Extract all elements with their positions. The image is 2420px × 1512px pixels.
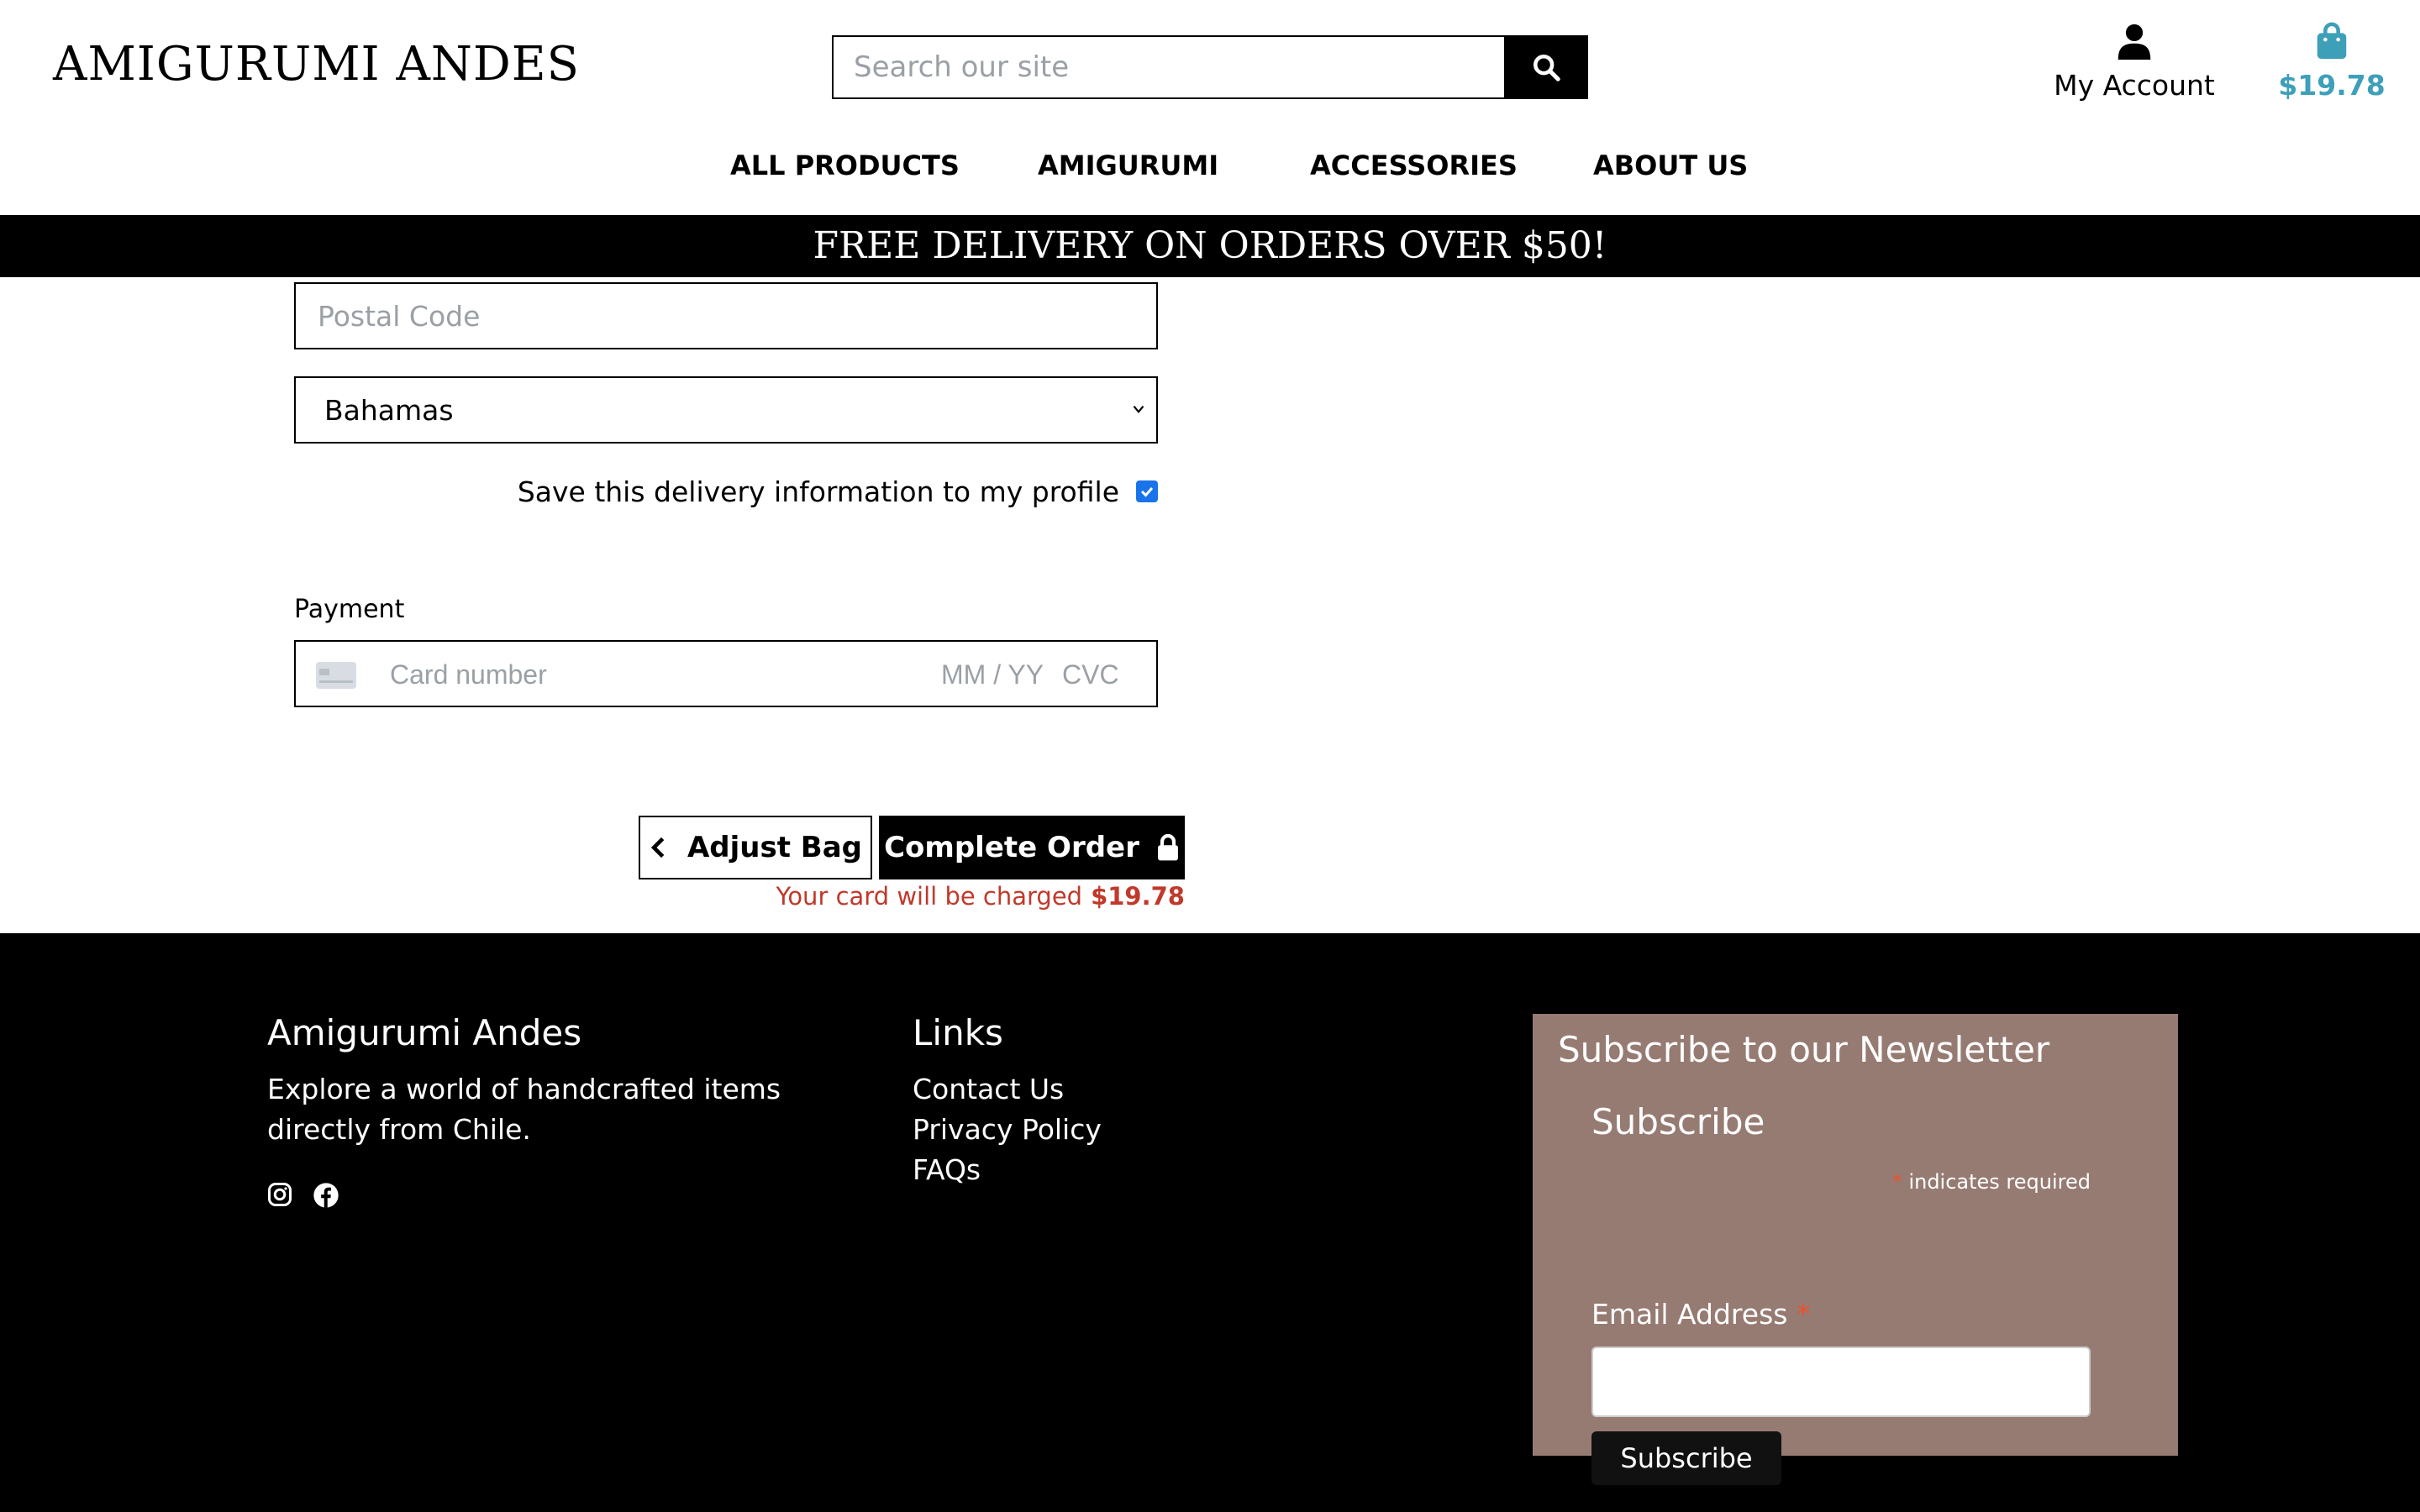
complete-order-label: Complete Order bbox=[884, 831, 1139, 864]
required-note-text: indicates required bbox=[1908, 1170, 2091, 1194]
email-label: Email Address * bbox=[1591, 1298, 1810, 1331]
footer-brand-title: Amigurumi Andes bbox=[267, 1012, 582, 1053]
chevron-left-icon bbox=[650, 837, 665, 858]
nav-amigurumi[interactable]: AMIGURUMI bbox=[1038, 150, 1218, 181]
required-asterisk: * bbox=[1891, 1170, 1902, 1194]
card-element[interactable]: Card number MM / YY CVC bbox=[294, 640, 1158, 707]
newsletter-title: Subscribe to our Newsletter bbox=[1558, 1029, 2050, 1070]
bag-total: $19.78 bbox=[2278, 69, 2386, 102]
user-icon bbox=[2118, 24, 2151, 60]
country-selected-value: Bahamas bbox=[324, 393, 454, 427]
charge-notice: Your card will be charged $19.78 bbox=[776, 882, 1185, 911]
newsletter-subtitle: Subscribe bbox=[1591, 1101, 1765, 1142]
card-expiry-field[interactable]: MM / YY bbox=[941, 659, 1044, 690]
checkmark-icon bbox=[1140, 487, 1154, 497]
footer-link-privacy[interactable]: Privacy Policy bbox=[913, 1110, 1102, 1150]
search-bar bbox=[832, 35, 1588, 99]
social-links bbox=[267, 1182, 339, 1209]
footer-link-faqs[interactable]: FAQs bbox=[913, 1150, 1102, 1190]
postal-code-placeholder: Postal Code bbox=[318, 299, 481, 333]
my-account-label: My Account bbox=[2054, 69, 2215, 102]
card-cvc-field[interactable]: CVC bbox=[1062, 659, 1119, 690]
save-delivery-label: Save this delivery information to my pro… bbox=[517, 475, 1119, 508]
credit-card-icon bbox=[316, 662, 356, 689]
newsletter-email-input[interactable] bbox=[1591, 1347, 2091, 1417]
save-delivery-row: Save this delivery information to my pro… bbox=[294, 470, 1158, 512]
site-header: AMIGURUMI ANDES My Account $19.78 ALL PR… bbox=[0, 0, 2420, 214]
payment-label: Payment bbox=[294, 595, 405, 624]
required-note: * indicates required bbox=[1892, 1170, 2091, 1194]
save-delivery-checkbox[interactable] bbox=[1136, 480, 1158, 502]
site-logo[interactable]: AMIGURUMI ANDES bbox=[53, 37, 580, 92]
email-label-text: Email Address bbox=[1591, 1298, 1788, 1331]
adjust-bag-button[interactable]: Adjust Bag bbox=[639, 816, 872, 879]
card-number-field[interactable]: Card number bbox=[390, 659, 547, 690]
nav-all-products[interactable]: ALL PRODUCTS bbox=[730, 150, 960, 181]
search-button[interactable] bbox=[1504, 35, 1588, 99]
charge-amount: $19.78 bbox=[1091, 882, 1185, 911]
delivery-banner: FREE DELIVERY ON ORDERS OVER $50! bbox=[0, 215, 2420, 277]
country-select[interactable]: Bahamas bbox=[294, 376, 1158, 444]
shopping-bag-icon bbox=[2317, 22, 2347, 60]
footer-brand-text: Explore a world of handcrafted items dir… bbox=[267, 1073, 781, 1146]
nav-about-us[interactable]: ABOUT US bbox=[1593, 150, 1748, 181]
shopping-bag-link[interactable]: $19.78 bbox=[2269, 22, 2395, 102]
subscribe-button[interactable]: Subscribe bbox=[1591, 1431, 1781, 1485]
footer-links-list: Contact Us Privacy Policy FAQs bbox=[913, 1069, 1102, 1190]
newsletter-box: Subscribe to our Newsletter Subscribe * … bbox=[1533, 1014, 2178, 1485]
charge-text: Your card will be charged bbox=[776, 882, 1083, 911]
search-icon bbox=[1533, 54, 1560, 81]
main-nav: ALL PRODUCTS AMIGURUMI ACCESSORIES ABOUT… bbox=[0, 150, 2420, 186]
footer-link-contact[interactable]: Contact Us bbox=[913, 1069, 1102, 1110]
chevron-down-icon bbox=[1133, 405, 1144, 414]
footer-links-title: Links bbox=[913, 1012, 1003, 1053]
postal-code-input[interactable]: Postal Code bbox=[294, 282, 1158, 349]
nav-accessories[interactable]: ACCESSORIES bbox=[1310, 150, 1518, 181]
search-input[interactable] bbox=[832, 35, 1504, 99]
adjust-bag-label: Adjust Bag bbox=[687, 831, 863, 864]
my-account-link[interactable]: My Account bbox=[2050, 22, 2218, 102]
instagram-icon[interactable] bbox=[267, 1182, 292, 1207]
site-footer: Amigurumi Andes Explore a world of handc… bbox=[0, 933, 2420, 1512]
facebook-icon[interactable] bbox=[313, 1182, 339, 1209]
complete-order-button[interactable]: Complete Order bbox=[879, 816, 1185, 879]
lock-icon bbox=[1157, 833, 1178, 861]
email-required-asterisk: * bbox=[1796, 1298, 1811, 1331]
